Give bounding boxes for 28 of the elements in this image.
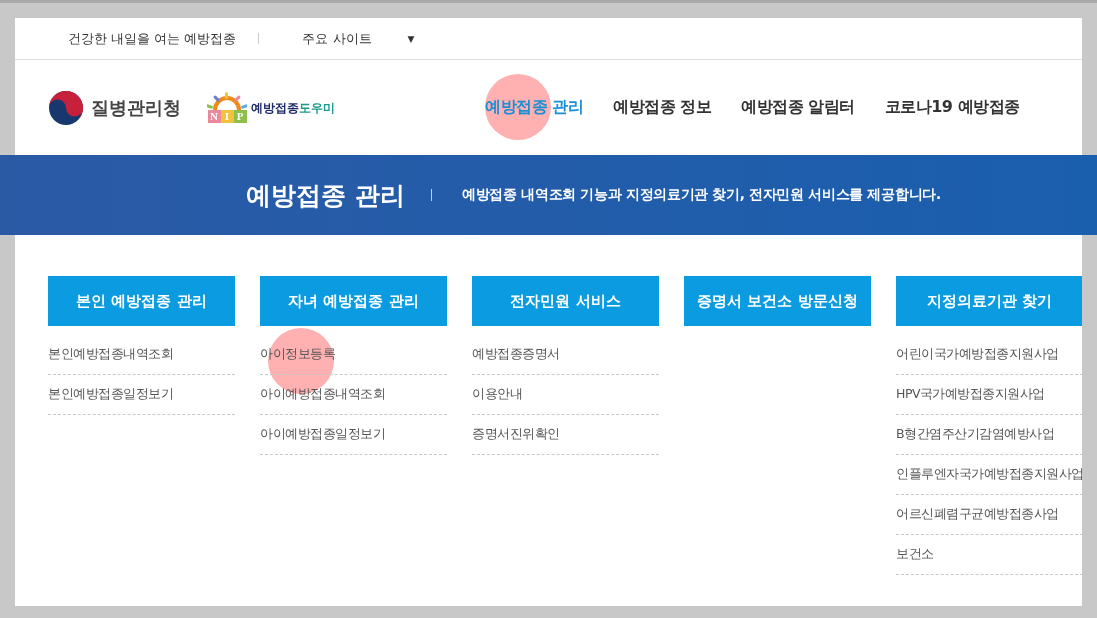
submenu-link[interactable]: 인플루엔자국가예방접종지원사업 (896, 455, 1082, 495)
nav-link[interactable]: 예방접종 알림터 (741, 97, 855, 118)
submenu-link[interactable]: 증명서진위확인 (472, 415, 659, 455)
nav-link[interactable]: 코로나19 예방접종 (884, 97, 1020, 118)
sun-icon (207, 92, 247, 110)
submenu-link[interactable]: HPV국가예방접종지원사업 (896, 375, 1082, 415)
submenu-link[interactable]: B형간염주산기감염예방사업 (896, 415, 1082, 455)
submenu-link[interactable]: 아이예방접종내역조회 (260, 375, 447, 415)
nav-link[interactable]: 예방접종 정보 (613, 97, 712, 118)
submenu-link[interactable]: 이용안내 (472, 375, 659, 415)
nip-logo[interactable]: N I P 예방접종도우미 (207, 92, 335, 123)
submenu-link[interactable]: 예방접종증명서 (472, 335, 659, 375)
nav-link[interactable]: 예방접종 관리 (485, 97, 584, 118)
emblem-icon (48, 89, 84, 126)
banner-description: 예방접종 내역조회 기능과 지정의료기관 찾기, 전자민원 서비스를 제공합니다. (461, 186, 941, 204)
submenu-link[interactable]: 본인예방접종일정보기 (48, 375, 235, 415)
submenu-link[interactable]: 어린이국가예방접종지원사업 (896, 335, 1082, 375)
banner-title: 예방접종 관리 (246, 179, 405, 212)
submenu-link[interactable]: 본인예방접종내역조회 (48, 335, 235, 375)
agency-logo[interactable]: 질병관리청 (48, 89, 181, 126)
submenu-link[interactable]: 아이정보등록 (260, 335, 447, 375)
submenu-link[interactable]: 보건소 (896, 535, 1082, 575)
logo-letter: N (207, 110, 221, 123)
submenu-link[interactable]: 아이예방접종일정보기 (260, 415, 447, 455)
site-select[interactable]: 주요 사이트 ▼ (302, 29, 415, 48)
logo-wordmark: 예방접종도우미 (251, 100, 335, 117)
slogan-text: 건강한 내일을 여는 예방접종 (68, 29, 237, 48)
submenu-link[interactable]: 어르신폐렴구균예방접종사업 (896, 495, 1082, 535)
